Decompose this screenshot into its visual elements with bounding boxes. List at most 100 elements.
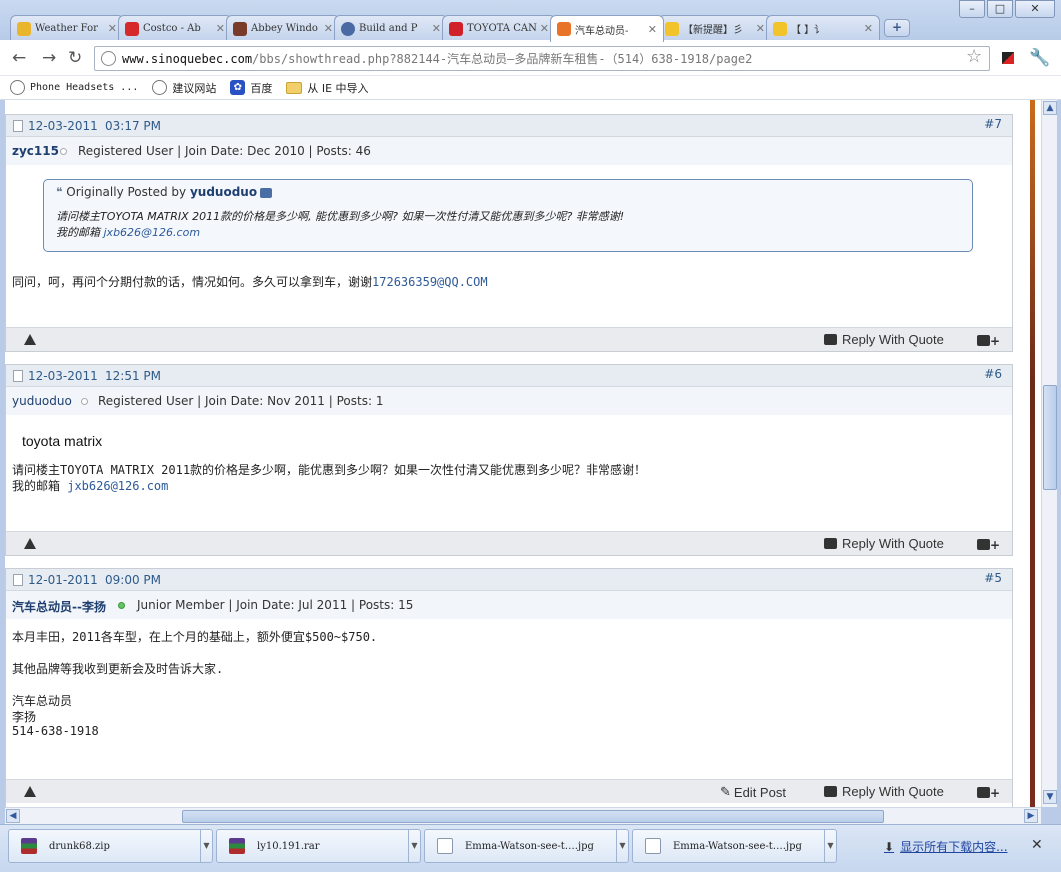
tab-abbey[interactable]: Abbey Windo ✕: [226, 15, 340, 41]
close-window-button[interactable]: ✕: [1015, 0, 1055, 18]
post-title: toyota matrix: [22, 433, 103, 449]
horizontal-scrollbar[interactable]: ◀ ▶: [5, 807, 1041, 824]
extension-icon[interactable]: [1002, 52, 1014, 64]
quote-line-1: 请问楼主TOYOTA MATRIX 2011款的价格是多少啊, 能优惠到多少啊?…: [56, 210, 625, 223]
post-user-bar: yuduoduo Registered User | Join Date: No…: [6, 387, 1012, 415]
download-item[interactable]: ly10.191.rar ▼: [216, 829, 421, 863]
tab-new-reminder[interactable]: 【新提醒】彡 ✕: [658, 15, 772, 41]
download-filename: Emma-Watson-see-t….jpg: [673, 840, 802, 852]
scroll-down-arrow-icon[interactable]: ▼: [1043, 790, 1057, 804]
close-download-bar-icon[interactable]: ✕: [1031, 837, 1043, 853]
show-all-downloads-link[interactable]: ⬇ 显示所有下载内容...: [884, 838, 1008, 855]
page-globe-icon: [101, 51, 116, 66]
download-arrow-icon: ⬇: [884, 839, 895, 854]
username-link[interactable]: yuduoduo: [12, 394, 72, 408]
post-document-icon: [13, 370, 23, 382]
tab-label: Abbey Windo: [251, 23, 318, 34]
download-filename: ly10.191.rar: [257, 840, 320, 852]
post-number-link[interactable]: #5: [984, 571, 1002, 585]
quote-icon: ❝: [56, 185, 67, 199]
tab-close-icon[interactable]: ✕: [432, 22, 441, 35]
download-bar: drunk68.zip ▼ ly10.191.rar ▼ Emma-Watson…: [0, 824, 1061, 872]
bookmark-import-ie[interactable]: 从 IE 中导入: [286, 80, 369, 96]
reply-with-quote-button[interactable]: Reply With Quote: [824, 784, 944, 799]
user-info: Junior Member | Join Date: Jul 2011 | Po…: [137, 598, 414, 612]
tab-close-icon[interactable]: ✕: [756, 22, 765, 35]
reply-with-quote-button[interactable]: Reply With Quote: [824, 536, 944, 551]
weather-favicon-icon: [17, 21, 31, 36]
tab-close-icon[interactable]: ✕: [324, 22, 333, 35]
wrench-menu-icon[interactable]: 🔧: [1029, 48, 1050, 68]
scroll-right-arrow-icon[interactable]: ▶: [1024, 809, 1038, 823]
maximize-button[interactable]: □: [987, 0, 1013, 18]
forward-arrow-icon[interactable]: →: [42, 48, 56, 68]
post-7: 12-03-2011 03:17 PM #7 zyc115 Registered…: [5, 114, 1013, 352]
report-warning-icon[interactable]: [24, 786, 36, 797]
post-number-link[interactable]: #7: [984, 117, 1002, 131]
edit-label: Edit Post: [733, 784, 786, 800]
username-link[interactable]: zyc115: [12, 144, 59, 158]
edit-post-button[interactable]: ✎ Edit Post: [720, 784, 786, 800]
minimize-button[interactable]: –: [959, 0, 985, 18]
tab-weather[interactable]: Weather For ✕: [10, 15, 124, 41]
page-side-decoration: [1030, 100, 1035, 808]
tab-close-icon[interactable]: ✕: [648, 23, 657, 36]
quote-box: ❝ Originally Posted by yuduoduo 请问楼主TOYO…: [43, 179, 973, 252]
post-number-link[interactable]: #6: [984, 367, 1002, 381]
chevron-down-icon[interactable]: ▼: [824, 830, 836, 862]
chevron-down-icon[interactable]: ▼: [200, 830, 212, 862]
multi-quote-button[interactable]: +: [976, 333, 1000, 348]
archive-file-icon: [229, 838, 245, 854]
post-message-line-1: 请问楼主TOYOTA MATRIX 2011款的价格是多少啊，能优惠到多少啊？如…: [12, 463, 647, 477]
quote-bubble-icon: [824, 538, 837, 549]
bookmark-star-icon[interactable]: ☆: [966, 46, 982, 67]
tab-bracket[interactable]: 【 】讠 ✕: [766, 15, 880, 41]
reload-icon[interactable]: ↻: [68, 48, 82, 68]
download-item[interactable]: drunk68.zip ▼: [8, 829, 213, 863]
tab-build[interactable]: Build and P ✕: [334, 15, 448, 41]
horizontal-scroll-thumb[interactable]: [182, 810, 884, 823]
vertical-scroll-thumb[interactable]: [1043, 385, 1057, 490]
new-tab-button[interactable]: +: [884, 19, 910, 37]
show-all-label: 显示所有下载内容...: [900, 840, 1008, 854]
message-text: 同问，呵，再问个分期付款的话，情况如何。多久可以拿到车，谢谢: [12, 275, 373, 289]
bookmark-phone-headsets[interactable]: Phone Headsets ...: [10, 80, 138, 95]
globe-icon: [10, 80, 25, 95]
report-warning-icon[interactable]: [24, 538, 36, 549]
report-warning-icon[interactable]: [24, 334, 36, 345]
tab-toyota[interactable]: TOYOTA CANA ✕: [442, 15, 556, 41]
download-item[interactable]: Emma-Watson-see-t….jpg ▼: [632, 829, 837, 863]
vertical-scrollbar[interactable]: ▲ ▼: [1041, 100, 1057, 807]
tab-close-icon[interactable]: ✕: [108, 22, 117, 35]
tab-label: 汽车总动员-: [575, 25, 629, 37]
tab-active-car-forum[interactable]: 汽车总动员- ✕: [550, 15, 664, 42]
tab-close-icon[interactable]: ✕: [864, 22, 873, 35]
multi-quote-button[interactable]: +: [976, 785, 1000, 800]
quote-email-prefix: 我的邮箱: [56, 226, 104, 239]
tab-label: Weather For: [35, 23, 98, 34]
multi-quote-plus: +: [989, 785, 1000, 800]
message-email-link[interactable]: 172636359@QQ.COM: [372, 275, 488, 289]
back-arrow-icon[interactable]: ←: [12, 48, 26, 68]
reply-with-quote-button[interactable]: Reply With Quote: [824, 332, 944, 347]
multi-quote-button[interactable]: +: [976, 537, 1000, 552]
bookmark-suggested-sites[interactable]: 建议网站: [152, 80, 216, 96]
scroll-left-arrow-icon[interactable]: ◀: [6, 809, 20, 823]
chevron-down-icon[interactable]: ▼: [616, 830, 628, 862]
bookmark-baidu[interactable]: ✿ 百度: [230, 80, 272, 96]
message-email-link[interactable]: jxb626@126.com: [67, 479, 168, 493]
address-bar[interactable]: www.sinoquebec.com/bbs/showthread.php?88…: [94, 46, 990, 71]
chevron-down-icon[interactable]: ▼: [408, 830, 420, 862]
scroll-up-arrow-icon[interactable]: ▲: [1043, 101, 1057, 115]
post-time: 12:51 PM: [105, 369, 161, 383]
tab-costco[interactable]: Costco - Ab ✕: [118, 15, 232, 41]
view-post-icon[interactable]: [260, 187, 273, 198]
tab-close-icon[interactable]: ✕: [216, 22, 225, 35]
download-item[interactable]: Emma-Watson-see-t….jpg ▼: [424, 829, 629, 863]
post-header: 12-01-2011 09:00 PM #5: [6, 569, 1012, 591]
quote-email-link[interactable]: jxb626@126.com: [104, 226, 201, 239]
post-line-6: 李扬: [12, 710, 37, 724]
post-line-5: 汽车总动员: [12, 694, 73, 708]
username-link[interactable]: 汽车总动员--李扬: [12, 598, 106, 615]
tab-close-icon[interactable]: ✕: [540, 22, 549, 35]
